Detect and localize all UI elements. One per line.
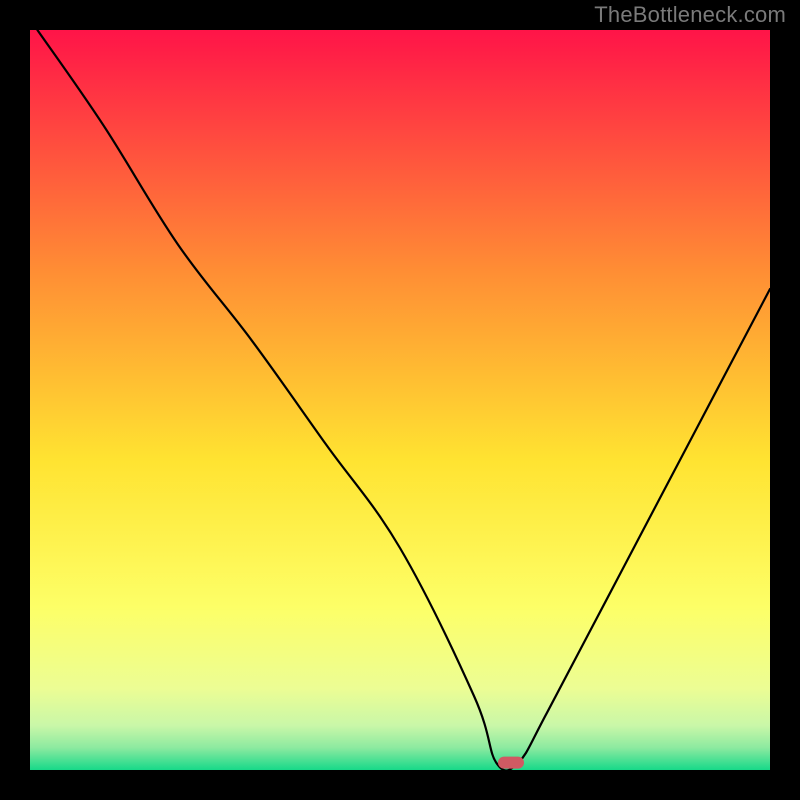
plot-background — [30, 30, 770, 770]
optimal-marker — [498, 757, 524, 769]
chart-frame: TheBottleneck.com — [0, 0, 800, 800]
bottleneck-chart — [0, 0, 800, 800]
watermark-text: TheBottleneck.com — [594, 2, 786, 28]
